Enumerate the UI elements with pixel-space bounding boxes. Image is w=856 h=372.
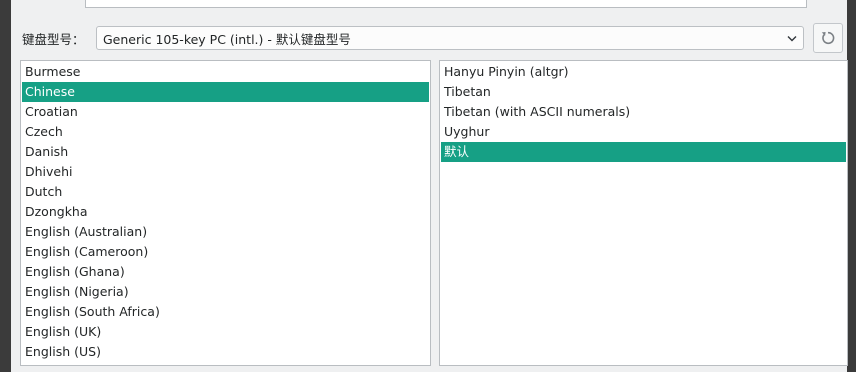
variant-list-item[interactable]: Hanyu Pinyin (altgr) [440, 62, 847, 82]
reset-icon [819, 29, 837, 47]
variant-list-item[interactable]: Tibetan [440, 82, 847, 102]
layout-list-item[interactable]: Croatian [21, 102, 430, 122]
layout-list-item[interactable]: Danish [21, 142, 430, 162]
layout-list[interactable]: Burmese Chinese Croatian Czech Danish Dhivehi… [20, 60, 431, 366]
variant-list[interactable]: Hanyu Pinyin (altgr) Tibetan Tibetan (with… [439, 60, 848, 366]
layout-list-item[interactable]: English (Nigeria) [21, 282, 430, 302]
layout-list-item[interactable]: Dzongkha [21, 202, 430, 222]
layout-list-item[interactable]: English (US) [21, 342, 430, 362]
keyboard-model-select[interactable]: Generic 105-key PC (intl.) - 默认键盘型号 [96, 26, 804, 50]
layout-list-item[interactable]: Dutch [21, 182, 430, 202]
background-left [0, 0, 11, 372]
variant-list-item[interactable]: Tibetan (with ASCII numerals) [440, 102, 847, 122]
layout-list-item[interactable]: English (Cameroon) [21, 242, 430, 262]
variant-list-item[interactable]: 默认 [441, 142, 846, 162]
keyboard-model-value: Generic 105-key PC (intl.) - 默认键盘型号 [103, 31, 351, 47]
layout-list-item[interactable]: Burmese [21, 62, 430, 82]
reset-button[interactable] [813, 23, 843, 53]
background-right [847, 0, 856, 372]
layout-list-item[interactable]: English (Australian) [21, 222, 430, 242]
top-frame-edge [85, 0, 807, 8]
layout-list-item[interactable]: Czech [21, 122, 430, 142]
layout-list-item[interactable]: Dhivehi [21, 162, 430, 182]
keyboard-panel: 键盘型号： Generic 105-key PC (intl.) - 默认键盘型… [11, 0, 848, 372]
layout-list-item[interactable]: English (South Africa) [21, 302, 430, 322]
layout-list-item[interactable]: Chinese [22, 82, 429, 102]
keyboard-model-label: 键盘型号： [22, 32, 85, 47]
chevron-down-icon [781, 35, 803, 42]
layout-list-item[interactable]: English (Ghana) [21, 262, 430, 282]
layout-list-item[interactable]: English (UK) [21, 322, 430, 342]
variant-list-item[interactable]: Uyghur [440, 122, 847, 142]
